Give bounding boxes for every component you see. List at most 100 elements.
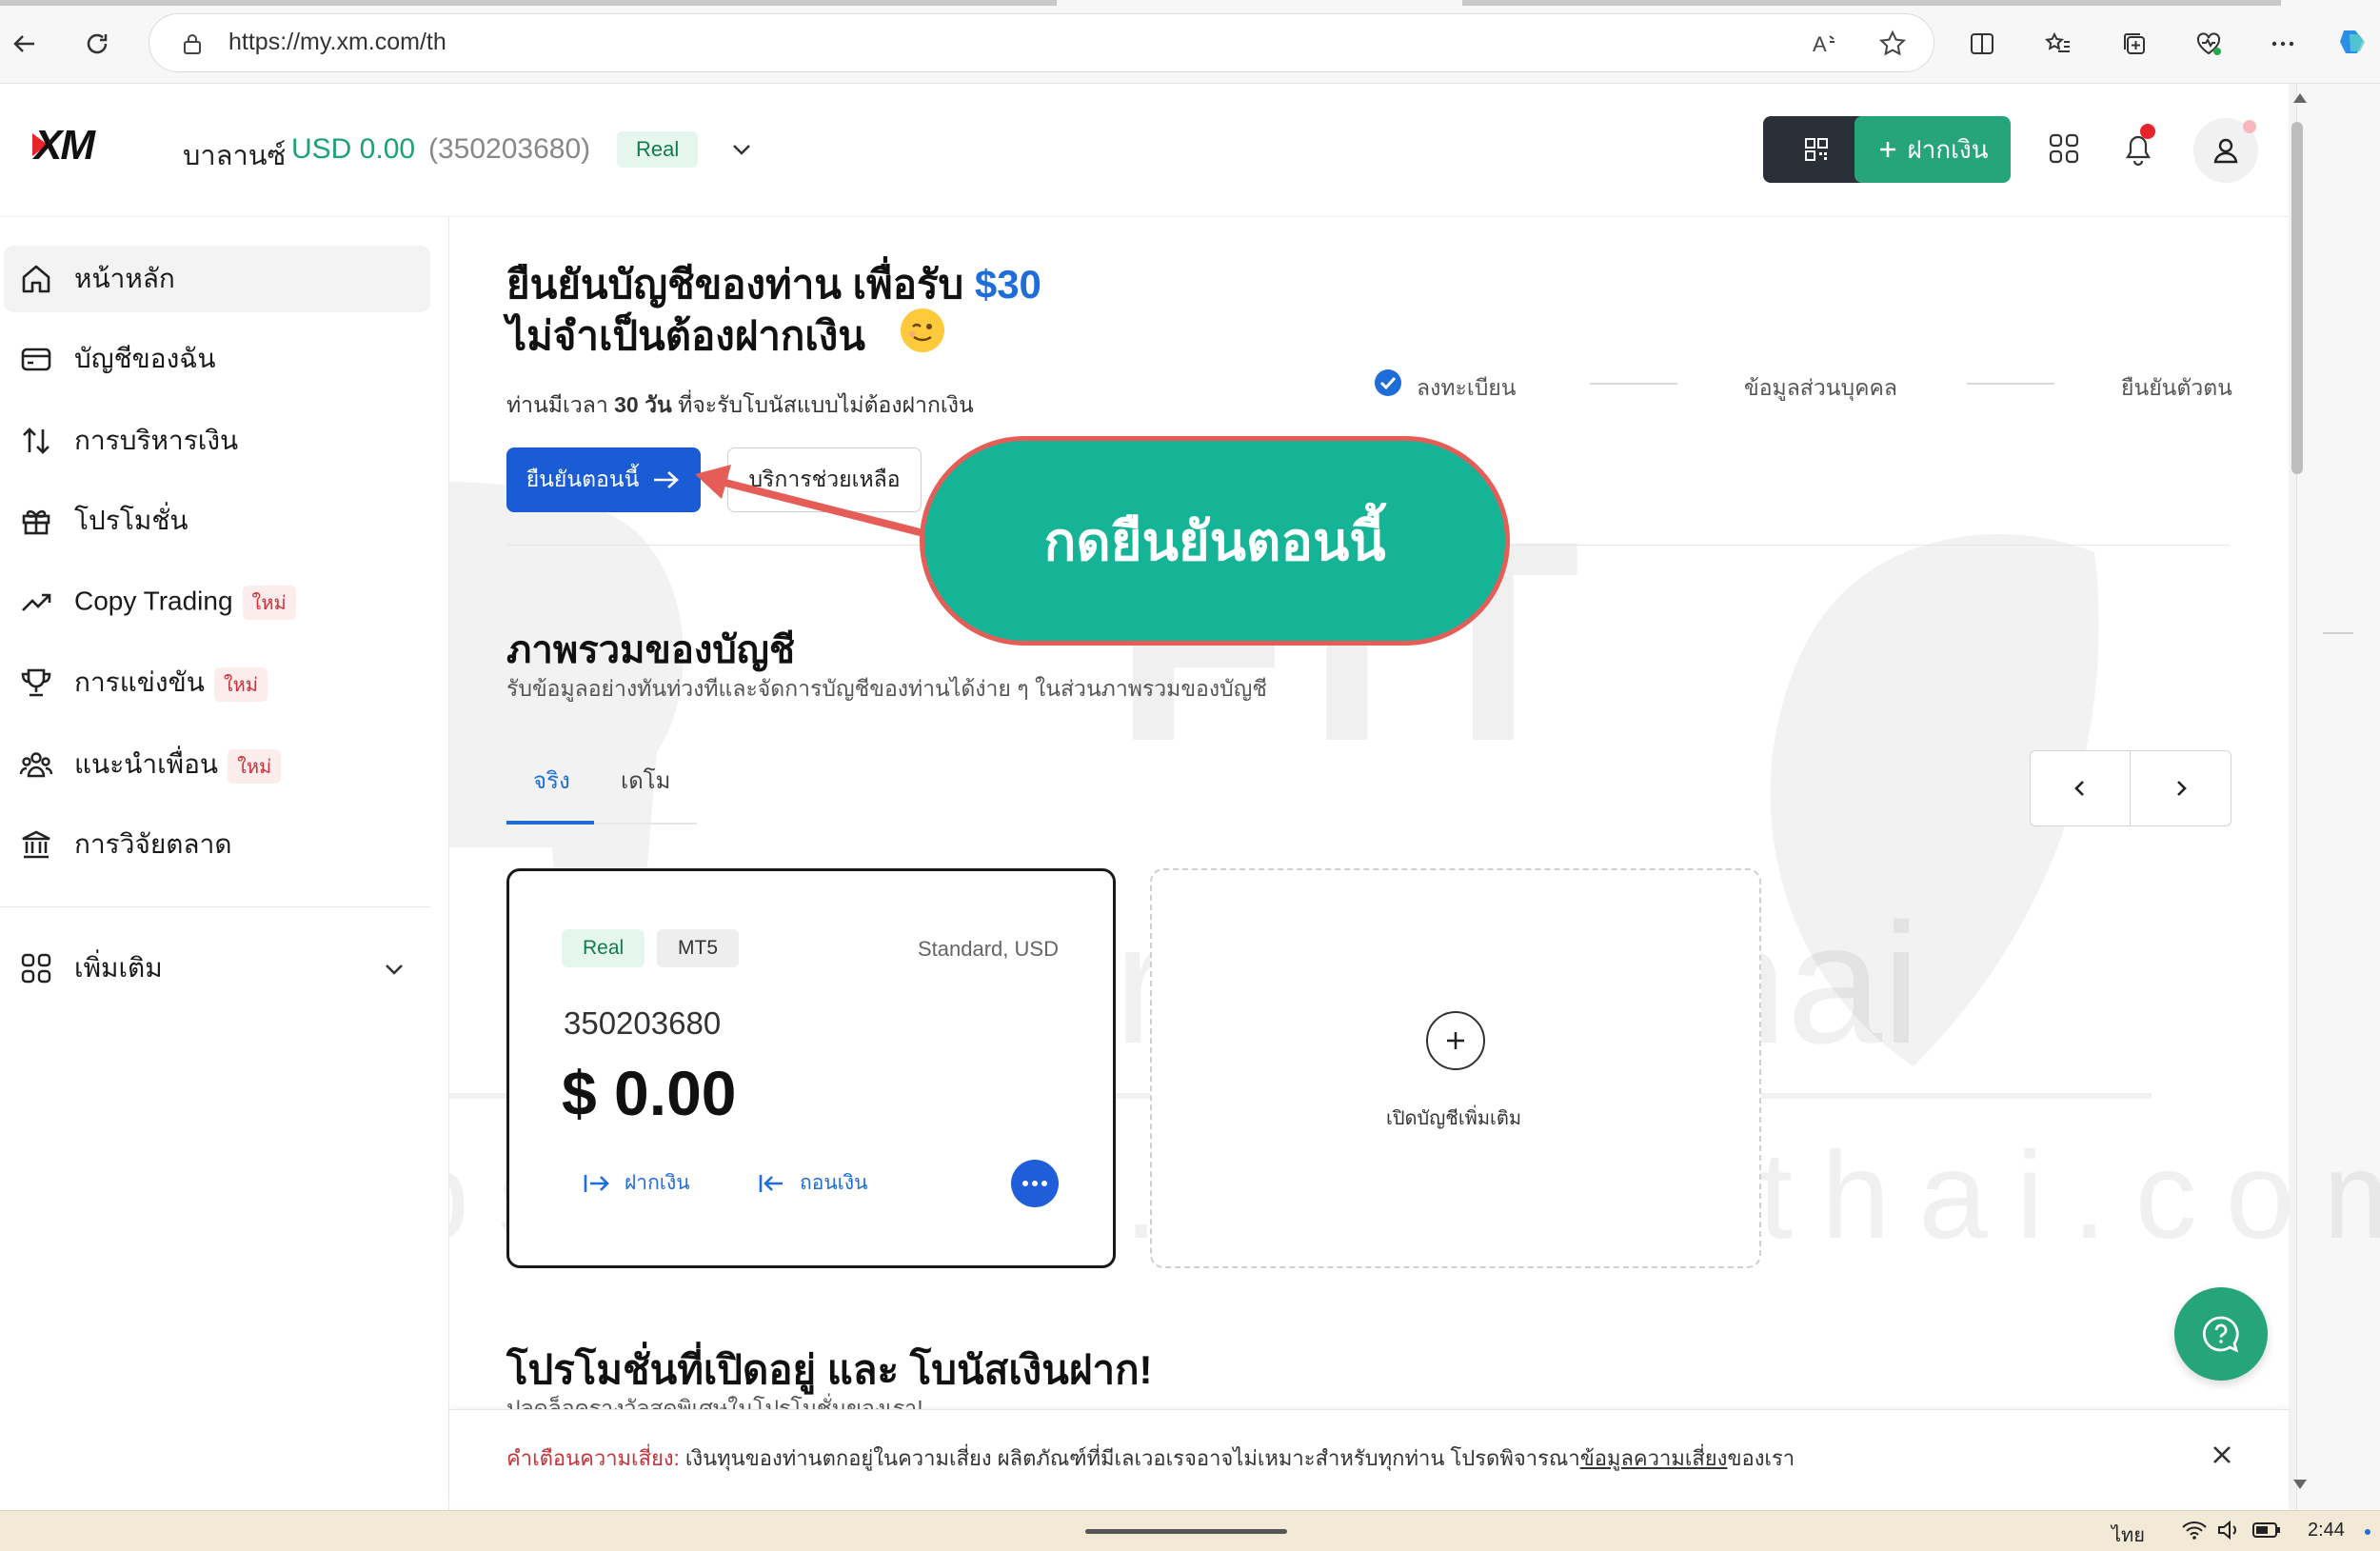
tab-demo[interactable]: เดโม xyxy=(621,762,671,799)
copilot-icon[interactable] xyxy=(2332,21,2374,63)
sidebar-divider xyxy=(2323,632,2353,634)
wifi-icon[interactable] xyxy=(2180,1518,2209,1542)
verify-now-button[interactable]: ยืนยันตอนนี้ xyxy=(506,447,701,512)
card-deposit-label: ฝากเงิน xyxy=(625,1172,690,1194)
lock-icon[interactable] xyxy=(171,23,213,65)
account-type-badge: Real xyxy=(617,131,699,168)
step-connector xyxy=(1590,383,1677,385)
apps-grid-icon[interactable] xyxy=(2043,128,2085,169)
annotation-callout: กดยืนยันตอนนี้ xyxy=(920,436,1510,646)
step-connector xyxy=(1967,383,2054,385)
favorite-star-icon[interactable] xyxy=(1872,23,1914,65)
verify-subtitle-prefix: ท่านมีเวลา xyxy=(506,392,615,417)
step-register: ลงทะเบียน xyxy=(1417,375,1517,400)
sidebar-item-label: โปรโมชั่น xyxy=(74,506,188,535)
people-icon xyxy=(15,744,57,785)
risk-warning-label: คำเตือนความเสี่ยง: xyxy=(506,1446,680,1470)
sidebar-item-label: เพิ่มเติม xyxy=(74,953,163,983)
bank-icon xyxy=(15,824,57,865)
sidebar-item-label: การวิจัยตลาด xyxy=(74,829,232,859)
clock[interactable]: 2:44 xyxy=(2308,1520,2345,1541)
close-icon[interactable] xyxy=(2205,1438,2239,1472)
sidebar-item-more[interactable]: เพิ่มเติม xyxy=(4,935,430,1002)
scroll-down-arrow[interactable] xyxy=(2293,1480,2307,1489)
sidebar-item-label: Copy Trading xyxy=(74,586,233,616)
volume-icon[interactable] xyxy=(2214,1518,2243,1542)
grid-icon xyxy=(15,947,57,989)
sidebar-item-home[interactable]: หน้าหลัก xyxy=(4,246,430,312)
step-complete-check-icon xyxy=(1375,369,1401,396)
sidebar-item-refer-friend[interactable]: แนะนำเพื่อน ใหม่ xyxy=(4,731,430,798)
risk-info-link[interactable]: ข้อมูลความเสี่ยง xyxy=(1580,1446,1728,1470)
plus-icon xyxy=(1879,142,1895,157)
chevron-left-icon xyxy=(2074,781,2084,796)
step-personal-info: ข้อมูลส่วนบุคคล xyxy=(1744,375,1897,400)
battery-icon[interactable] xyxy=(2252,1518,2281,1542)
sidebar-item-competitions[interactable]: การแข่งขัน ใหม่ xyxy=(4,649,430,716)
sidebar-item-copy-trading[interactable]: Copy Trading ใหม่ xyxy=(4,569,430,636)
account-switcher-chevron-icon[interactable] xyxy=(724,131,760,168)
sidebar-item-funds-management[interactable]: การบริหารเงิน xyxy=(4,408,430,474)
account-number: 350203680 xyxy=(564,1005,722,1041)
verify-title-text: ยืนยันบัญชีของท่าน เพื่อรับ xyxy=(506,262,975,307)
wallet-icon xyxy=(15,338,57,380)
page-scrollbar-thumb[interactable] xyxy=(2291,122,2303,474)
support-chat-button[interactable] xyxy=(2174,1287,2268,1381)
overview-title: ภาพรวมของบัญชี xyxy=(506,629,796,671)
verify-bonus-amount: $30 xyxy=(974,262,1041,307)
chevron-right-icon xyxy=(2176,781,2187,796)
gift-icon xyxy=(15,500,57,542)
carousel-next-button[interactable] xyxy=(2131,750,2231,826)
risk-warning-body: เงินทุนของท่านตกอยู่ในความเสี่ยง ผลิตภัณ… xyxy=(679,1446,1580,1470)
browser-sidebar xyxy=(2296,84,2380,1510)
notification-indicator-dot xyxy=(2365,1529,2370,1535)
notification-dot xyxy=(2140,124,2155,139)
more-menu-icon[interactable] xyxy=(2262,23,2304,65)
card-deposit-button[interactable]: ฝากเงิน xyxy=(583,1167,690,1199)
browser-essentials-icon[interactable] xyxy=(2188,23,2230,65)
tab-active-indicator xyxy=(506,821,594,825)
card-more-options-icon[interactable] xyxy=(1011,1160,1059,1207)
verify-subtitle-suffix: ที่จะรับโบนัสแบบไม่ต้องฝากเงิน xyxy=(671,392,974,417)
collections-icon[interactable] xyxy=(2113,23,2155,65)
question-chat-icon xyxy=(2202,1316,2239,1353)
split-screen-icon[interactable] xyxy=(1961,23,2003,65)
annotation-callout-text: กดยืนยันตอนนี้ xyxy=(1043,510,1386,571)
add-account-plus-icon[interactable] xyxy=(1426,1011,1485,1070)
sidebar-item-market-research[interactable]: การวิจัยตลาด xyxy=(4,811,430,878)
account-balance: $ 0.00 xyxy=(562,1058,737,1128)
favorites-icon[interactable] xyxy=(2037,23,2079,65)
open-new-account-label: เปิดบัญชีเพิ่มเติม xyxy=(1386,1108,1522,1129)
verify-now-label: ยืนยันตอนนี้ xyxy=(526,467,640,491)
step-verify-identity: ยืนยันตัวตน xyxy=(2121,375,2232,400)
scroll-up-arrow[interactable] xyxy=(2293,93,2307,103)
svg-text:A: A xyxy=(1813,32,1827,56)
input-language-indicator[interactable]: ไทย xyxy=(2112,1520,2145,1550)
carousel-prev-button[interactable] xyxy=(2030,750,2131,826)
card-withdraw-label: ถอนเงิน xyxy=(800,1172,868,1194)
balance-label: บาลานซ์ xyxy=(183,141,287,171)
card-withdraw-button[interactable]: ถอนเงิน xyxy=(758,1167,867,1199)
account-type-badge: Real xyxy=(562,929,645,967)
xm-logo[interactable]: XM xyxy=(34,122,95,169)
sidebar-item-promotions[interactable]: โปรโมชั่น xyxy=(4,487,430,554)
browser-tab-strip xyxy=(0,0,1057,6)
reload-icon[interactable] xyxy=(76,23,118,65)
promotions-subtitle: ปลดล็อครางวัลสุดพิเศษในโปรโมชั่นของเรา! xyxy=(506,1396,923,1409)
annotation-arrow-icon xyxy=(695,465,924,537)
taskbar-handle[interactable] xyxy=(1085,1529,1287,1534)
overview-subtitle: รับข้อมูลอย่างทันท่วงทีและจัดการบัญชีของ… xyxy=(506,676,1267,701)
read-aloud-icon[interactable]: A xyxy=(1803,23,1845,65)
new-badge: ใหม่ xyxy=(228,748,282,784)
back-icon[interactable] xyxy=(4,23,46,65)
risk-warning-text: คำเตือนความเสี่ยง: เงินทุนของท่านตกอยู่ใ… xyxy=(506,1442,1795,1475)
verify-days: 30 วัน xyxy=(614,392,672,417)
tab-real[interactable]: จริง xyxy=(533,762,570,799)
arrow-right-icon xyxy=(654,471,680,488)
new-badge: ใหม่ xyxy=(213,666,268,702)
profile-status-dot xyxy=(2243,120,2256,133)
url-text[interactable]: https://my.xm.com/th xyxy=(228,29,446,56)
sidebar-item-my-accounts[interactable]: บัญชีของฉัน xyxy=(4,326,430,392)
header-deposit-button[interactable]: ฝากเงิน xyxy=(1854,116,2011,183)
balance-value: USD 0.00 xyxy=(291,133,416,165)
